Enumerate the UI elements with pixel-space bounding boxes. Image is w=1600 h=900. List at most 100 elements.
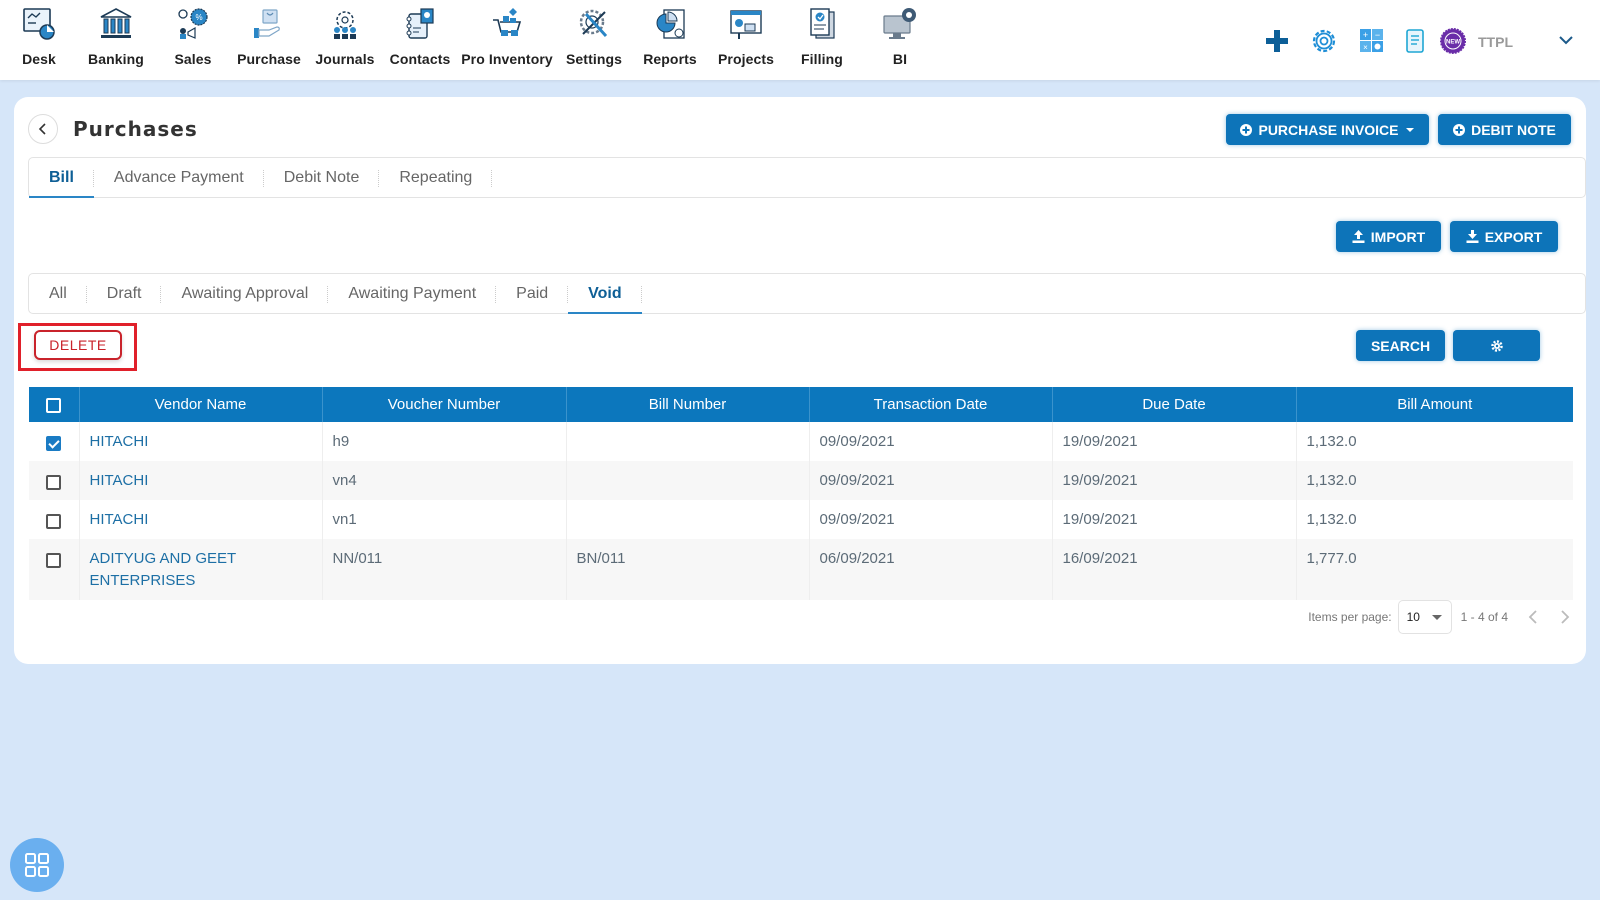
nav-item-contacts[interactable]: Contacts — [389, 6, 451, 72]
back-button[interactable] — [28, 114, 58, 144]
nav-item-filling[interactable]: Filling — [799, 6, 845, 72]
col-bill-number[interactable]: Bill Number — [566, 387, 810, 422]
export-button[interactable]: EXPORT — [1450, 221, 1558, 252]
nav-label: Projects — [717, 51, 775, 67]
tab-awaiting-approval[interactable]: Awaiting Approval — [161, 274, 329, 313]
new-badge-icon[interactable]: NEW — [1439, 24, 1467, 58]
table-row[interactable]: HITACHI vn1 09/09/2021 19/09/2021 1,132.… — [29, 500, 1573, 539]
col-due-date[interactable]: Due Date — [1052, 387, 1297, 422]
purchase-invoice-label: PURCHASE INVOICE — [1258, 121, 1399, 138]
tab-paid[interactable]: Paid — [496, 274, 569, 313]
apps-menu-button[interactable] — [10, 838, 64, 892]
bill-type-tabs: Bill Advance Payment Debit Note Repeatin… — [28, 157, 1586, 198]
gear-icon — [1490, 339, 1503, 352]
company-name[interactable]: TTPL — [1478, 34, 1513, 50]
notes-icon[interactable] — [1404, 24, 1426, 58]
nav-item-reports[interactable]: Reports — [643, 6, 697, 72]
desk-dashboard-icon — [23, 8, 55, 40]
nav-item-journals[interactable]: Journals — [315, 6, 375, 72]
inventory-cart-icon — [493, 8, 522, 36]
col-vendor-name[interactable]: Vendor Name — [79, 387, 323, 422]
tab-all[interactable]: All — [29, 274, 87, 313]
search-button[interactable]: SEARCH — [1356, 330, 1445, 361]
journals-team-icon — [334, 11, 356, 39]
page-title: Purchases — [73, 117, 198, 141]
row-select-cell — [29, 461, 80, 500]
purchase-bag-hand-icon — [254, 9, 280, 38]
nav-item-purchase[interactable]: Purchase — [237, 6, 301, 72]
tab-debit-note[interactable]: Debit Note — [264, 158, 380, 197]
row-checkbox[interactable] — [46, 435, 62, 451]
items-per-page-value: 10 — [1406, 610, 1420, 624]
settings-tools-icon — [579, 9, 608, 38]
gear-icon[interactable] — [1309, 24, 1339, 58]
delete-button[interactable]: DELETE — [34, 330, 122, 360]
nav-item-settings[interactable]: Settings — [566, 6, 622, 72]
sales-icon: % — [178, 8, 208, 39]
import-button[interactable]: IMPORT — [1336, 221, 1441, 252]
filling-document-icon — [810, 8, 835, 39]
nav-item-desk[interactable]: Desk — [20, 6, 58, 72]
table-row[interactable]: HITACHI vn4 09/09/2021 19/09/2021 1,132.… — [29, 461, 1573, 500]
nav-item-pro-inventory[interactable]: Pro Inventory — [461, 6, 553, 72]
tab-awaiting-payment[interactable]: Awaiting Payment — [328, 274, 496, 313]
row-checkbox[interactable] — [46, 552, 62, 568]
purchase-invoice-button[interactable]: PURCHASE INVOICE — [1226, 114, 1429, 145]
nav-item-projects[interactable]: Projects — [718, 6, 774, 72]
download-icon — [1466, 230, 1479, 243]
projects-board-icon — [730, 10, 762, 39]
vendor-name-cell[interactable]: ADITYUG AND GEET ENTERPRISES — [79, 539, 323, 600]
chevron-down-icon[interactable] — [1557, 24, 1575, 58]
tab-void[interactable]: Void — [568, 274, 643, 314]
items-per-page-label: Items per page: — [1308, 610, 1392, 624]
svg-text:×: × — [1363, 43, 1368, 52]
nav-label: Banking — [88, 51, 144, 67]
row-checkbox[interactable] — [46, 474, 62, 490]
vendor-name-cell[interactable]: HITACHI — [79, 461, 323, 500]
select-all-checkbox[interactable] — [46, 397, 62, 413]
col-transaction-date[interactable]: Transaction Date — [809, 387, 1053, 422]
nav-item-banking[interactable]: Banking — [88, 6, 144, 72]
nav-label: Sales — [174, 51, 212, 67]
row-select-cell — [29, 539, 80, 600]
page-range: 1 - 4 of 4 — [1460, 610, 1508, 624]
next-page-icon[interactable] — [1558, 607, 1572, 627]
voucher-number-cell: NN/011 — [322, 539, 567, 600]
nav-label: BI — [892, 51, 908, 67]
table-header-row: Vendor Name Voucher Number Bill Number T… — [29, 387, 1573, 422]
col-bill-amount[interactable]: Bill Amount — [1296, 387, 1573, 422]
nav-label: Settings — [565, 51, 623, 67]
svg-text:%: % — [195, 13, 202, 22]
table-settings-button[interactable] — [1453, 330, 1540, 361]
tab-draft[interactable]: Draft — [87, 274, 162, 313]
nav-label: Pro Inventory — [461, 51, 553, 67]
row-checkbox[interactable] — [46, 513, 62, 529]
tab-advance-payment[interactable]: Advance Payment — [94, 158, 264, 197]
items-per-page-select[interactable]: 10 — [1397, 600, 1452, 634]
caret-down-icon — [1431, 615, 1442, 620]
nav-item-sales[interactable]: % Sales — [173, 6, 213, 72]
nav-label: Contacts — [389, 51, 451, 67]
table-row[interactable]: HITACHI h9 09/09/2021 19/09/2021 1,132.0 — [29, 422, 1573, 461]
calculator-icon[interactable]: + − × — [1359, 24, 1385, 58]
vendor-name-cell[interactable]: HITACHI — [79, 422, 323, 461]
status-tabs: All Draft Awaiting Approval Awaiting Pay… — [28, 273, 1586, 314]
due-date-cell: 19/09/2021 — [1052, 461, 1297, 500]
tab-bill[interactable]: Bill — [29, 158, 94, 198]
tab-repeating[interactable]: Repeating — [379, 158, 493, 197]
col-voucher-number[interactable]: Voucher Number — [322, 387, 567, 422]
row-select-cell — [29, 422, 80, 461]
previous-page-icon[interactable] — [1526, 607, 1540, 627]
vendor-name-cell[interactable]: HITACHI — [79, 500, 323, 539]
table-row[interactable]: ADITYUG AND GEET ENTERPRISES NN/011 BN/0… — [29, 539, 1573, 600]
debit-note-label: DEBIT NOTE — [1471, 121, 1556, 138]
nav-item-bi[interactable]: BI — [882, 6, 918, 72]
due-date-cell: 19/09/2021 — [1052, 422, 1297, 461]
debit-note-button[interactable]: DEBIT NOTE — [1438, 114, 1571, 145]
voucher-number-cell: vn1 — [322, 500, 567, 539]
nav-label: Journals — [315, 51, 375, 67]
due-date-cell: 16/09/2021 — [1052, 539, 1297, 600]
bill-number-cell — [566, 422, 810, 461]
nav-label: Filling — [801, 51, 843, 67]
plus-icon[interactable] — [1264, 24, 1290, 58]
